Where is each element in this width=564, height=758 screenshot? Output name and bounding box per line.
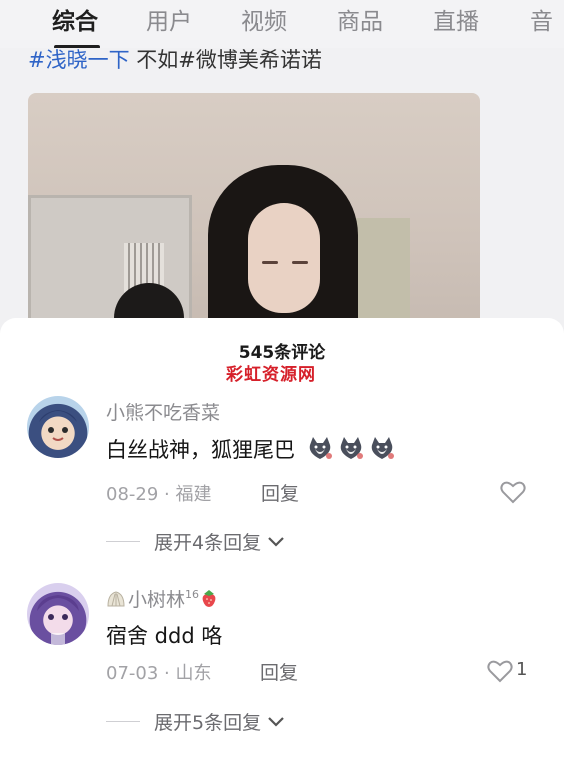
expand-divider — [106, 721, 140, 722]
comment-location: 山东 — [175, 663, 212, 684]
expand-replies-button[interactable]: 展开4条回复 — [154, 528, 285, 555]
wolf-emoji-icon — [371, 437, 394, 459]
comment-username[interactable]: 小熊不吃香菜 — [106, 398, 220, 425]
heart-icon[interactable] — [487, 659, 513, 683]
comment-text: 白丝战神，狐狸尾巴 — [106, 434, 395, 464]
comment-username[interactable]: 小树林 — [128, 589, 185, 611]
comment-location: 福建 — [175, 484, 212, 505]
reply-button[interactable]: 回复 — [260, 658, 298, 685]
strawberry-icon — [202, 590, 216, 607]
comment-meta: 08-29 · 福建 — [106, 480, 212, 506]
hashtag-link[interactable]: #浅晓一下 — [28, 48, 130, 72]
expand-divider — [106, 541, 140, 542]
heart-icon[interactable] — [500, 480, 526, 504]
background-post: #浅晓一下 不如#微博美希诺诺 — [0, 48, 564, 320]
photo-face — [248, 203, 320, 313]
expand-replies-button[interactable]: 展开5条回复 — [154, 708, 285, 735]
caption-text: 不如#微博美希诺诺 — [136, 48, 322, 72]
meta-separator: · — [164, 663, 170, 684]
tab-users[interactable]: 用户 — [146, 2, 192, 36]
level-badge: 16 — [185, 588, 200, 601]
post-photo[interactable] — [28, 93, 480, 320]
tab-live[interactable]: 直播 — [433, 2, 479, 36]
photo-door — [352, 218, 410, 320]
photo-eye-right — [292, 261, 308, 264]
comment-sheet: 545条评论 彩虹资源网 小熊不吃香菜 白丝战神，狐狸尾巴 08-29 · 福建… — [0, 318, 564, 758]
avatar[interactable] — [27, 583, 89, 645]
photo-eye-left — [262, 261, 278, 264]
post-caption: #浅晓一下 不如#微博美希诺诺 — [28, 48, 322, 74]
search-tab-bar: 综合 用户 视频 商品 直播 音 — [0, 0, 564, 49]
comment-meta: 07-03 · 山东 — [106, 659, 212, 685]
tab-music[interactable]: 音 — [530, 2, 553, 36]
comment-body: 白丝战神，狐狸尾巴 — [106, 438, 295, 462]
comment-text: 宿舍 ddd 咯 — [106, 624, 223, 648]
wolf-emoji-icon — [340, 437, 363, 459]
chevron-down-icon — [268, 717, 284, 727]
expand-replies-label: 展开4条回复 — [154, 532, 262, 554]
watermark-text: 彩虹资源网 — [226, 365, 316, 385]
reply-button[interactable]: 回复 — [261, 479, 299, 506]
chevron-down-icon — [268, 537, 284, 547]
avatar[interactable] — [27, 396, 89, 458]
comment-date: 07-03 — [106, 663, 159, 684]
wolf-emoji-icon — [309, 437, 332, 459]
tab-comprehensive[interactable]: 综合 — [52, 2, 98, 36]
tab-videos[interactable]: 视频 — [241, 2, 287, 36]
meta-separator: · — [164, 484, 170, 505]
expand-replies-label: 展开5条回复 — [154, 712, 262, 734]
shell-icon — [107, 591, 125, 607]
comment-date: 08-29 — [106, 484, 159, 505]
tab-products[interactable]: 商品 — [337, 2, 383, 36]
comment-username-row: 小树林16 — [106, 585, 218, 612]
like-count: 1 — [516, 659, 528, 680]
